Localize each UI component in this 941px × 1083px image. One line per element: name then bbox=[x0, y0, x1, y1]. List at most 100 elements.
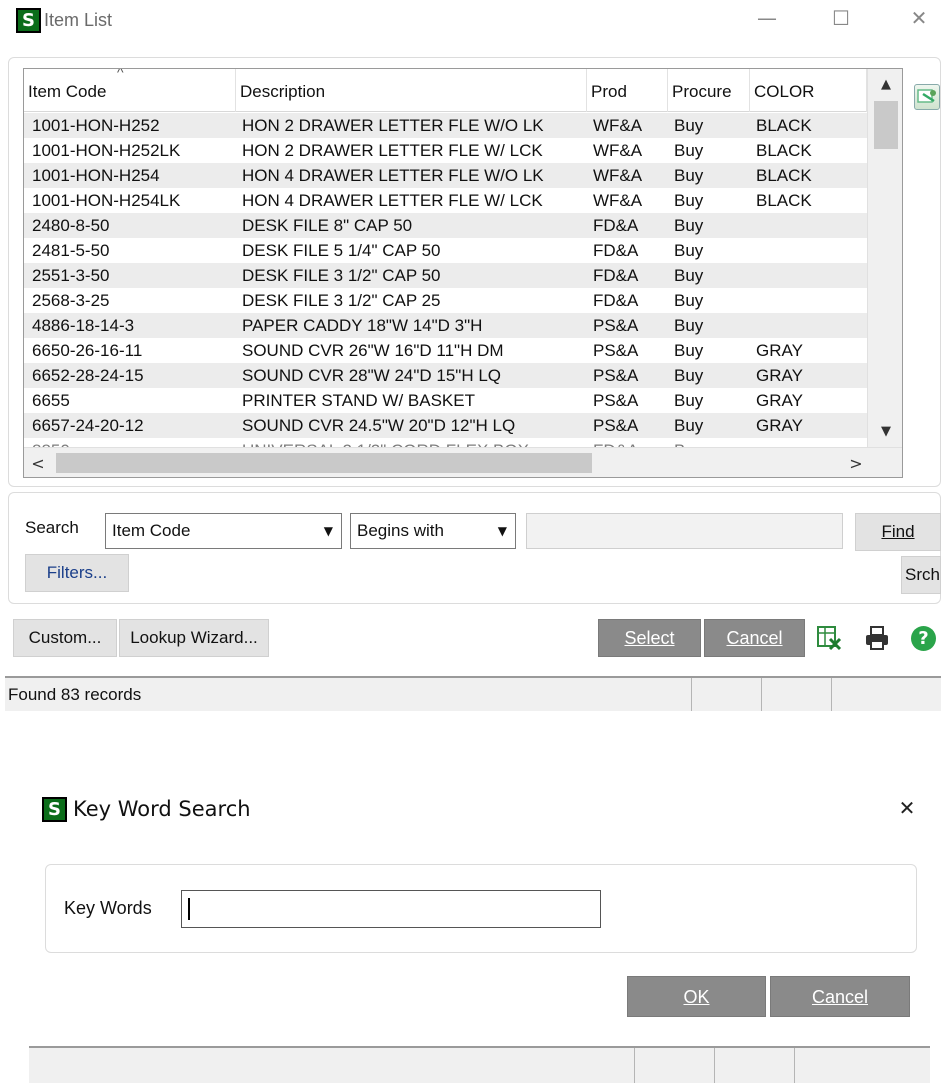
cell-procure: Buy bbox=[674, 166, 704, 185]
vertical-scroll-thumb[interactable] bbox=[874, 101, 898, 149]
column-header-prod[interactable]: Prod bbox=[587, 69, 668, 112]
cell-description: SOUND CVR 24.5"W 20"D 12"H LQ bbox=[242, 416, 516, 435]
cell-color: GRAY bbox=[756, 341, 803, 360]
table-row[interactable]: 2481-5-50 DESK FILE 5 1/4" CAP 50 FD&A Buy bbox=[24, 238, 902, 263]
cell-item-code: 6657-24-20-12 bbox=[32, 416, 144, 435]
table-row[interactable]: 6652-28-24-15 SOUND CVR 28"W 24"D 15"H LQ… bbox=[24, 363, 902, 388]
dialog-cancel-button[interactable]: Cancel bbox=[770, 976, 910, 1017]
search-field-select[interactable]: Item Code ▼ bbox=[105, 513, 342, 549]
table-row[interactable]: 1001-HON-H254LK HON 4 DRAWER LETTER FLE W… bbox=[24, 188, 902, 213]
excel-export-icon[interactable] bbox=[816, 625, 842, 651]
text-caret bbox=[188, 898, 190, 920]
scroll-left-icon[interactable]: < bbox=[28, 454, 48, 473]
vertical-scrollbar[interactable]: ▲ ▼ bbox=[867, 69, 902, 447]
cell-prod: PS&A bbox=[593, 366, 639, 385]
table-row[interactable]: 2480-8-50 DESK FILE 8" CAP 50 FD&A Buy bbox=[24, 213, 902, 238]
cell-color: BLACK bbox=[756, 141, 812, 160]
status-cell bbox=[714, 1048, 794, 1083]
column-header-color[interactable]: COLOR bbox=[750, 69, 867, 112]
key-words-label: Key Words bbox=[64, 898, 152, 918]
cell-procure: Buy bbox=[674, 141, 704, 160]
cell-description: HON 4 DRAWER LETTER FLE W/O LK bbox=[242, 166, 544, 185]
grid-header: ^ Item Code Description Prod Procure COL… bbox=[24, 69, 902, 112]
dialog-close-button[interactable]: ✕ bbox=[892, 796, 922, 820]
cell-prod: WF&A bbox=[593, 166, 643, 185]
cell-prod: WF&A bbox=[593, 191, 643, 210]
custom-button[interactable]: Custom... bbox=[13, 619, 117, 657]
cell-prod: FD&A bbox=[593, 241, 639, 260]
cell-prod: PS&A bbox=[593, 316, 639, 335]
cell-procure: Buy bbox=[674, 316, 704, 335]
key-words-input[interactable] bbox=[181, 890, 601, 928]
search-label: Search bbox=[25, 518, 79, 537]
table-row[interactable]: 6657-24-20-12 SOUND CVR 24.5"W 20"D 12"H … bbox=[24, 413, 902, 438]
status-cell bbox=[761, 678, 831, 711]
cancel-button[interactable]: Cancel bbox=[704, 619, 805, 657]
table-row[interactable]: 1001-HON-H252 HON 2 DRAWER LETTER FLE W/O… bbox=[24, 113, 902, 138]
cell-item-code: 6652-28-24-15 bbox=[32, 366, 144, 385]
cell-description: SOUND CVR 26"W 16"D 11"H DM bbox=[242, 341, 504, 360]
cell-color: GRAY bbox=[756, 366, 803, 385]
cell-prod: FD&A bbox=[593, 216, 639, 235]
maximize-button[interactable]: ☐ bbox=[826, 6, 856, 30]
status-cell bbox=[634, 1048, 714, 1083]
cell-item-code: 1001-HON-H254LK bbox=[32, 191, 181, 210]
status-bar: Found 83 records bbox=[5, 676, 941, 711]
cell-item-code: 2480-8-50 bbox=[32, 216, 110, 235]
cell-description: SOUND CVR 28"W 24"D 15"H LQ bbox=[242, 366, 502, 385]
find-button[interactable]: Find bbox=[855, 513, 941, 551]
ok-button[interactable]: OK bbox=[627, 976, 766, 1017]
minimize-button[interactable]: — bbox=[752, 6, 782, 30]
close-button[interactable]: ✕ bbox=[904, 6, 934, 30]
cell-color bbox=[752, 238, 867, 263]
search-value-input[interactable] bbox=[526, 513, 843, 549]
horizontal-scrollbar[interactable]: < > bbox=[24, 447, 902, 477]
cell-item-code: 6650-26-16-11 bbox=[32, 341, 143, 360]
status-cell bbox=[831, 678, 941, 711]
table-row[interactable]: 2568-3-25 DESK FILE 3 1/2" CAP 25 FD&A Buy bbox=[24, 288, 902, 313]
table-row[interactable]: 6655 PRINTER STAND W/ BASKET PS&A Buy GRAY bbox=[24, 388, 902, 413]
refresh-grid-icon[interactable] bbox=[914, 84, 940, 110]
table-row[interactable]: 1001-HON-H252LK HON 2 DRAWER LETTER FLE W… bbox=[24, 138, 902, 163]
table-row[interactable]: 2551-3-50 DESK FILE 3 1/2" CAP 50 FD&A Buy bbox=[24, 263, 902, 288]
select-button[interactable]: Select bbox=[598, 619, 701, 657]
scroll-up-icon[interactable]: ▲ bbox=[868, 77, 902, 92]
cell-item-code: 6655 bbox=[32, 391, 70, 410]
dialog-title: Key Word Search bbox=[73, 797, 251, 821]
horizontal-scroll-thumb[interactable] bbox=[56, 453, 592, 473]
cell-prod: PS&A bbox=[593, 416, 639, 435]
column-header-procure[interactable]: Procure bbox=[668, 69, 750, 112]
cell-prod: FD&A bbox=[593, 266, 639, 285]
cell-description: HON 2 DRAWER LETTER FLE W/ LCK bbox=[242, 141, 543, 160]
app-logo-icon: S bbox=[42, 797, 67, 822]
cell-procure: Buy bbox=[674, 391, 704, 410]
column-header-item-code[interactable]: ^ Item Code bbox=[24, 69, 236, 112]
cell-color: BLACK bbox=[756, 191, 812, 210]
chevron-down-icon: ▼ bbox=[497, 524, 507, 538]
scroll-right-icon[interactable]: > bbox=[846, 454, 866, 473]
scroll-down-icon[interactable]: ▼ bbox=[868, 424, 902, 439]
cell-procure: Buy bbox=[674, 116, 704, 135]
cell-item-code: 1001-HON-H252 bbox=[32, 116, 160, 135]
printer-icon[interactable] bbox=[863, 624, 891, 652]
search-operator-select[interactable]: Begins with ▼ bbox=[350, 513, 516, 549]
cell-prod: PS&A bbox=[593, 391, 639, 410]
status-cell bbox=[794, 1048, 930, 1083]
table-row[interactable]: 4886-18-14-3 PAPER CADDY 18"W 14"D 3"H PS&… bbox=[24, 313, 902, 338]
cell-procure: Buy bbox=[674, 241, 704, 260]
help-icon[interactable]: ? bbox=[911, 626, 936, 651]
cell-procure: Buy bbox=[674, 266, 704, 285]
cell-procure: Buy bbox=[674, 191, 704, 210]
lookup-wizard-button[interactable]: Lookup Wizard... bbox=[119, 619, 269, 657]
column-header-description[interactable]: Description bbox=[236, 69, 587, 112]
filters-button[interactable]: Filters... bbox=[25, 554, 129, 592]
cell-item-code: 2568-3-25 bbox=[32, 291, 110, 310]
cell-description: DESK FILE 3 1/2" CAP 25 bbox=[242, 291, 441, 310]
cell-color: BLACK bbox=[756, 116, 812, 135]
table-row[interactable]: 6650-26-16-11 SOUND CVR 26"W 16"D 11"H DM… bbox=[24, 338, 902, 363]
table-row[interactable]: 1001-HON-H254 HON 4 DRAWER LETTER FLE W/O… bbox=[24, 163, 902, 188]
item-grid[interactable]: ^ Item Code Description Prod Procure COL… bbox=[23, 68, 903, 478]
cell-item-code: 2481-5-50 bbox=[32, 241, 110, 260]
cell-color: GRAY bbox=[756, 391, 803, 410]
srch-button[interactable]: Srch bbox=[901, 556, 941, 594]
